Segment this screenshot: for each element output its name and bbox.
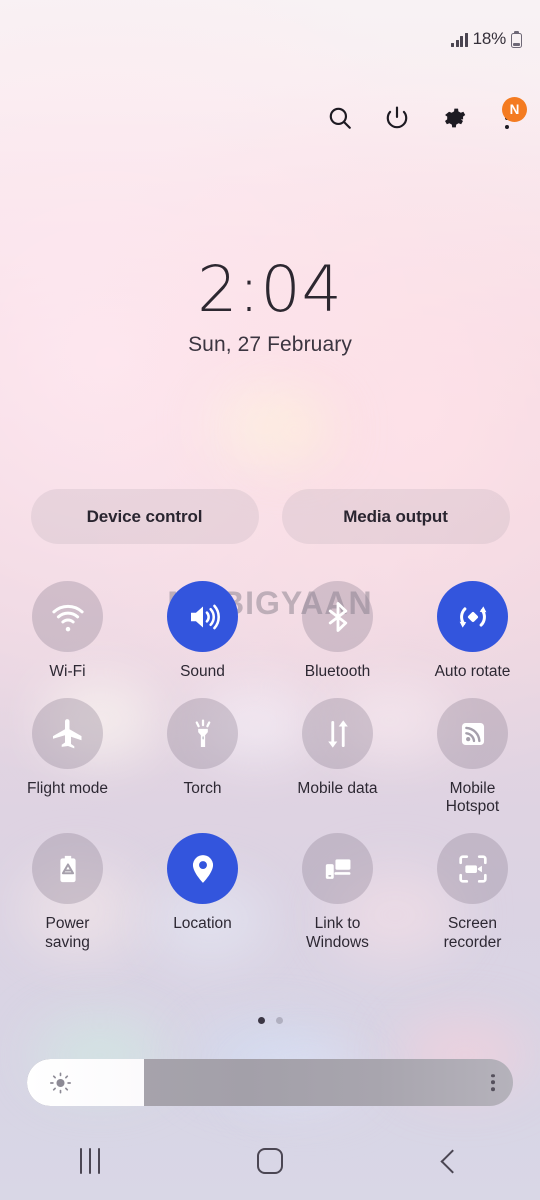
airplane-icon	[52, 718, 81, 749]
power-icon[interactable]	[382, 103, 412, 133]
flashlight-icon	[195, 719, 210, 747]
toggle-label: Mobile Hotspot	[445, 780, 500, 816]
toggle-mobile-hotspot[interactable]: Mobile Hotspot	[405, 698, 540, 816]
status-bar: 18%	[0, 0, 540, 78]
screen-recorder-icon	[458, 855, 487, 883]
toggle-flight-mode[interactable]: Flight mode	[0, 698, 135, 816]
media-output-button[interactable]: Media output	[281, 489, 510, 544]
toggle-screen-recorder[interactable]: Screen recorder	[405, 833, 540, 951]
toggle-label: Flight mode	[27, 780, 108, 798]
toggle-mobile-data-circle	[302, 698, 373, 770]
toggle-torch-circle	[167, 698, 238, 770]
toggle-torch[interactable]: Torch	[135, 698, 270, 816]
toggle-label: Sound	[180, 663, 225, 680]
toggle-auto-rotate[interactable]: Auto rotate	[405, 581, 540, 681]
toggle-mobile-data[interactable]: Mobile data	[270, 698, 405, 816]
toggle-wifi[interactable]: Wi-Fi	[0, 581, 135, 681]
toggle-label: Torch	[183, 780, 222, 798]
toggle-bluetooth[interactable]: Bluetooth	[270, 581, 405, 681]
brightness-sun-icon	[50, 1072, 71, 1093]
toggle-label: Auto rotate	[434, 663, 511, 680]
toggle-location-circle	[167, 833, 238, 905]
toggle-power-saving[interactable]: Power saving	[0, 833, 135, 951]
brightness-slider[interactable]	[27, 1059, 513, 1106]
brightness-slider-fill	[27, 1059, 144, 1106]
toggle-bluetooth-circle	[302, 581, 373, 652]
toggle-wifi-circle	[32, 581, 103, 652]
toggle-label: Screen recorder	[443, 915, 502, 951]
toggle-link-to-windows-circle	[302, 833, 373, 905]
toggle-flight-mode-circle	[32, 698, 103, 770]
device-control-button[interactable]: Device control	[30, 489, 259, 544]
clock-date: Sun, 27 February	[188, 333, 352, 356]
battery-percent-label: 18%	[472, 29, 507, 48]
signal-bars-icon	[451, 32, 468, 47]
wifi-icon	[51, 604, 84, 631]
quick-settings-panel: 18% N 2:04 Sun, 27 February Device contr…	[0, 0, 540, 1200]
battery-eco-icon	[59, 855, 76, 882]
data-arrows-icon	[327, 720, 348, 748]
toggle-label: Location	[173, 915, 232, 933]
battery-low-icon	[511, 30, 522, 48]
toggle-label: Bluetooth	[304, 663, 371, 680]
search-icon[interactable]	[325, 103, 355, 133]
toggle-location[interactable]: Location	[135, 833, 270, 951]
back-chevron-icon	[440, 1148, 465, 1174]
auto-rotate-icon	[459, 605, 486, 628]
kebab-menu-icon[interactable]: N	[496, 97, 527, 133]
page-dot-1[interactable]	[257, 1017, 265, 1024]
toggle-screen-recorder-circle	[437, 833, 508, 905]
bluetooth-icon	[328, 601, 347, 632]
recents-icon	[79, 1148, 101, 1174]
back-button[interactable]	[414, 1138, 486, 1184]
toggle-sound-circle	[167, 581, 238, 652]
toggle-label: Mobile data	[297, 780, 378, 798]
quick-toggle-grid: Wi-Fi Sound Bluetooth Auto rotate Flight…	[0, 581, 540, 952]
navigation-bar	[0, 1122, 540, 1200]
notification-badge: N	[502, 97, 527, 122]
page-indicator	[0, 1017, 540, 1024]
home-icon	[257, 1148, 283, 1174]
toggle-mobile-hotspot-circle	[437, 698, 508, 770]
home-button[interactable]	[234, 1138, 306, 1184]
brightness-options-icon[interactable]	[491, 1073, 495, 1092]
location-pin-icon	[192, 854, 213, 883]
toggle-label: Wi-Fi	[49, 663, 86, 680]
toggle-link-to-windows[interactable]: Link to Windows	[270, 833, 405, 951]
volume-speaker-icon	[190, 604, 220, 629]
toggle-sound[interactable]: Sound	[135, 581, 270, 681]
gear-icon[interactable]	[439, 103, 469, 133]
toggle-auto-rotate-circle	[437, 581, 508, 652]
recents-button[interactable]	[54, 1138, 126, 1184]
clock-widget: 2:04 Sun, 27 February	[0, 258, 540, 357]
link-to-windows-icon	[325, 859, 350, 879]
hotspot-icon	[461, 722, 484, 745]
page-dot-2[interactable]	[275, 1017, 283, 1024]
toggle-label: Link to Windows	[306, 915, 369, 951]
shortcut-pill-row: Device control Media output	[0, 489, 540, 544]
clock-time: 2:04	[197, 253, 343, 326]
toggle-label: Power saving	[45, 915, 90, 951]
toggle-power-saving-circle	[32, 833, 103, 905]
quick-settings-action-bar: N	[0, 94, 540, 142]
